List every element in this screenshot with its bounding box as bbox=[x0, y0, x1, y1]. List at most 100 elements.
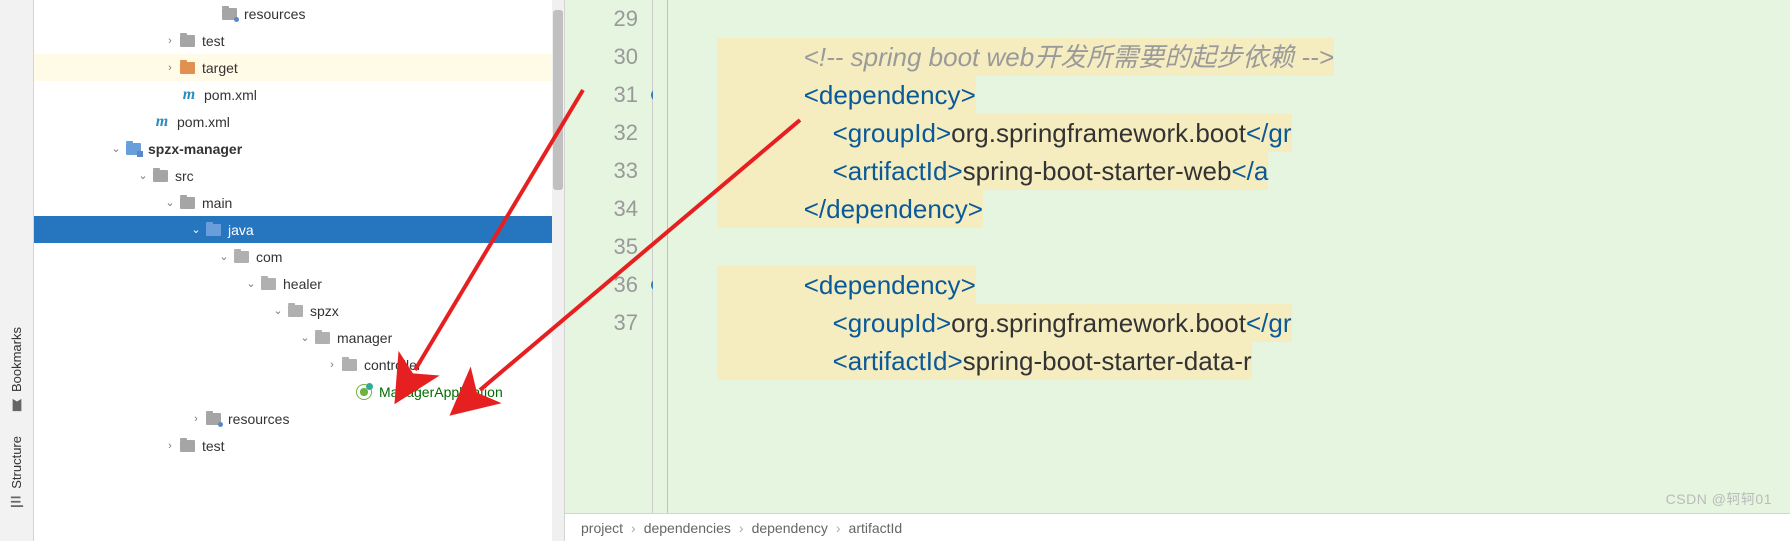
editor-area: 293031↑3233343536↑37 <!-- spring boot we… bbox=[565, 0, 1790, 541]
folder-icon bbox=[286, 302, 304, 320]
structure-label: Structure bbox=[9, 436, 24, 489]
tree-item[interactable]: › controller bbox=[34, 351, 564, 378]
tree-item[interactable]: ⌄ src bbox=[34, 162, 564, 189]
tree-item-label: ManagerApplication bbox=[379, 384, 503, 400]
folder-icon bbox=[204, 221, 222, 239]
chevron-right-icon: › bbox=[631, 520, 636, 536]
fold-column[interactable] bbox=[653, 0, 707, 513]
tree-item-label: spzx bbox=[310, 303, 339, 319]
chevron-down-icon[interactable]: ⌄ bbox=[135, 169, 151, 182]
chevron-down-icon[interactable]: ⌄ bbox=[108, 142, 124, 155]
tree-item[interactable]: ⌄ healer bbox=[34, 270, 564, 297]
breadcrumb-item[interactable]: project bbox=[581, 520, 623, 536]
folder-icon bbox=[259, 275, 277, 293]
tree-item[interactable]: ⌄ java bbox=[34, 216, 564, 243]
folder-icon bbox=[178, 194, 196, 212]
bookmark-icon bbox=[10, 398, 24, 412]
code-line[interactable]: <dependency> bbox=[717, 76, 1790, 114]
code-line[interactable]: <!-- spring boot web开发所需要的起步依赖 --> bbox=[717, 38, 1790, 76]
line-number[interactable]: 36↑ bbox=[565, 266, 638, 304]
tree-item-label: java bbox=[228, 222, 254, 238]
chevron-down-icon[interactable]: ⌄ bbox=[297, 331, 313, 344]
side-tool-tabs: Bookmarks Structure bbox=[0, 0, 34, 541]
tree-item-label: src bbox=[175, 168, 194, 184]
tree-item-label: target bbox=[202, 60, 238, 76]
tree-item-label: main bbox=[202, 195, 232, 211]
code-line[interactable] bbox=[717, 228, 1790, 266]
line-number[interactable]: 29 bbox=[565, 0, 638, 38]
folder-icon bbox=[220, 5, 238, 23]
chevron-right-icon[interactable]: › bbox=[162, 440, 178, 452]
folder-icon bbox=[178, 32, 196, 50]
line-number-gutter[interactable]: 293031↑3233343536↑37 bbox=[565, 0, 653, 513]
tree-item-label: manager bbox=[337, 330, 392, 346]
chevron-down-icon[interactable]: ⌄ bbox=[243, 277, 259, 290]
tree-item[interactable]: › test bbox=[34, 432, 564, 459]
line-number[interactable]: 31↑ bbox=[565, 76, 638, 114]
tree-item[interactable]: ⌄ com bbox=[34, 243, 564, 270]
code-line[interactable]: <artifactId>spring-boot-starter-web</a bbox=[717, 152, 1790, 190]
tree-item-label: controller bbox=[364, 357, 422, 373]
line-number[interactable]: 30 bbox=[565, 38, 638, 76]
code-line[interactable]: <groupId>org.springframework.boot</gr bbox=[717, 114, 1790, 152]
code-line[interactable] bbox=[717, 0, 1790, 38]
folder-icon bbox=[340, 356, 358, 374]
chevron-right-icon[interactable]: › bbox=[188, 413, 204, 425]
folder-icon bbox=[204, 410, 222, 428]
line-number[interactable]: 32 bbox=[565, 114, 638, 152]
tree-item[interactable]: ⌄ main bbox=[34, 189, 564, 216]
chevron-down-icon[interactable]: ⌄ bbox=[162, 196, 178, 209]
tree-item[interactable]: ⌄ spzx-manager bbox=[34, 135, 564, 162]
tree-item[interactable]: › resources bbox=[34, 405, 564, 432]
folder-icon bbox=[124, 140, 142, 158]
maven-icon: m bbox=[180, 86, 198, 104]
tree-scrollbar[interactable] bbox=[552, 0, 564, 541]
maven-icon: m bbox=[153, 113, 171, 131]
tree-item-label: resources bbox=[228, 411, 289, 427]
bookmarks-tab[interactable]: Bookmarks bbox=[5, 315, 28, 424]
folder-icon bbox=[178, 437, 196, 455]
folder-icon bbox=[232, 248, 250, 266]
tree-item[interactable]: mpom.xml bbox=[34, 108, 564, 135]
tree-item-label: test bbox=[202, 33, 225, 49]
line-number[interactable]: 37 bbox=[565, 304, 638, 342]
tree-item[interactable]: › test bbox=[34, 27, 564, 54]
code-line[interactable]: <artifactId>spring-boot-starter-data-r bbox=[717, 342, 1790, 380]
folder-icon bbox=[313, 329, 331, 347]
tree-item-label: test bbox=[202, 438, 225, 454]
project-tree[interactable]: resources›test›targetmpom.xmlmpom.xml⌄sp… bbox=[34, 0, 565, 541]
breadcrumb-item[interactable]: dependency bbox=[752, 520, 828, 536]
chevron-down-icon[interactable]: ⌄ bbox=[188, 223, 204, 236]
structure-tab[interactable]: Structure bbox=[5, 424, 28, 521]
line-number[interactable] bbox=[565, 342, 638, 380]
structure-icon bbox=[10, 495, 24, 509]
code-line[interactable]: </dependency> bbox=[717, 190, 1790, 228]
editor-body[interactable]: 293031↑3233343536↑37 <!-- spring boot we… bbox=[565, 0, 1790, 513]
tree-item[interactable]: ⌄ manager bbox=[34, 324, 564, 351]
tree-item[interactable]: › target bbox=[34, 54, 564, 81]
code-line[interactable]: <groupId>org.springframework.boot</gr bbox=[717, 304, 1790, 342]
code-content[interactable]: <!-- spring boot web开发所需要的起步依赖 --> <depe… bbox=[707, 0, 1790, 513]
breadcrumb-item[interactable]: artifactId bbox=[849, 520, 903, 536]
tree-item-label: healer bbox=[283, 276, 322, 292]
tree-item-label: spzx-manager bbox=[148, 141, 242, 157]
line-number[interactable]: 34 bbox=[565, 190, 638, 228]
tree-item[interactable]: m pom.xml bbox=[34, 81, 564, 108]
chevron-right-icon[interactable]: › bbox=[324, 359, 340, 371]
spring-boot-icon bbox=[355, 383, 373, 401]
code-line[interactable]: <dependency> bbox=[717, 266, 1790, 304]
tree-item-label: com bbox=[256, 249, 282, 265]
chevron-right-icon[interactable]: › bbox=[162, 35, 178, 47]
line-number[interactable]: 33 bbox=[565, 152, 638, 190]
tree-item[interactable]: ⌄ spzx bbox=[34, 297, 564, 324]
breadcrumb-item[interactable]: dependencies bbox=[644, 520, 731, 536]
chevron-down-icon[interactable]: ⌄ bbox=[270, 304, 286, 317]
chevron-down-icon[interactable]: ⌄ bbox=[216, 250, 232, 263]
tree-item-label: pom.xml bbox=[204, 87, 257, 103]
chevron-right-icon[interactable]: › bbox=[162, 62, 178, 74]
breadcrumb[interactable]: project›dependencies›dependency›artifact… bbox=[565, 513, 1790, 541]
folder-icon bbox=[178, 59, 196, 77]
line-number[interactable]: 35 bbox=[565, 228, 638, 266]
tree-item[interactable]: resources bbox=[34, 0, 564, 27]
tree-item[interactable]: ManagerApplication bbox=[34, 378, 564, 405]
